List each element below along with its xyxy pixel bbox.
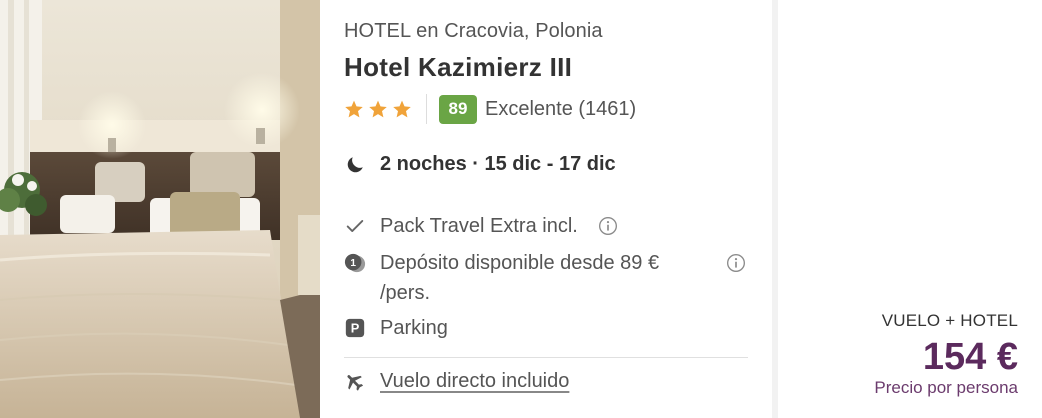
price-panel[interactable]: VUELO + HOTEL 154 € Precio por persona <box>772 0 1042 418</box>
coins-icon: 1 <box>344 253 366 273</box>
star-icon <box>393 100 411 118</box>
star-rating <box>344 99 412 119</box>
rating-divider <box>426 94 427 124</box>
hotel-offer-card[interactable]: HOTEL en Cracovia, Polonia Hotel Kazimie… <box>0 0 1042 418</box>
score-label[interactable]: Excelente (1461) <box>485 98 636 121</box>
divider <box>344 357 748 358</box>
hotel-room-image <box>0 0 320 418</box>
star-icon <box>345 100 363 118</box>
rating-row: 89 Excelente (1461) <box>344 94 636 124</box>
airplane-icon <box>347 374 364 391</box>
star-icon <box>369 100 387 118</box>
stay-text: 2 noches · 15 dic - 17 dic <box>380 153 616 175</box>
feature-parking: P Parking <box>344 313 448 343</box>
hotel-info: HOTEL en Cracovia, Polonia Hotel Kazimie… <box>320 0 772 418</box>
deposit-text: Depósito disponible desde 89 € /pers. <box>380 252 660 304</box>
parking-icon: P <box>345 318 365 338</box>
hotel-photo[interactable] <box>0 0 320 418</box>
info-icon[interactable] <box>598 216 618 236</box>
direct-flight-link[interactable]: Vuelo directo incluido <box>380 370 569 393</box>
feature-deposit: 1 Depósito disponible desde 89 € /pers. <box>344 248 764 308</box>
info-icon[interactable] <box>726 253 746 273</box>
check-icon <box>346 220 364 232</box>
hotel-location: HOTEL en Cracovia, Polonia <box>344 20 603 42</box>
price-value[interactable]: 154 € <box>923 336 1018 379</box>
stay-dates: 2 noches · 15 dic - 17 dic <box>344 153 616 176</box>
flight-row: Vuelo directo incluido <box>344 370 569 393</box>
svg-text:P: P <box>351 321 360 336</box>
hotel-name[interactable]: Hotel Kazimierz III <box>344 52 572 83</box>
package-type-label: VUELO + HOTEL <box>881 311 1018 330</box>
parking-text: Parking <box>380 317 448 339</box>
moon-icon <box>347 156 363 172</box>
price-per-person-label: Precio por persona <box>874 378 1018 397</box>
svg-text:1: 1 <box>350 258 356 269</box>
score-badge: 89 <box>439 94 477 124</box>
pack-text: Pack Travel Extra incl. <box>380 215 578 237</box>
feature-pack: Pack Travel Extra incl. <box>344 211 578 241</box>
